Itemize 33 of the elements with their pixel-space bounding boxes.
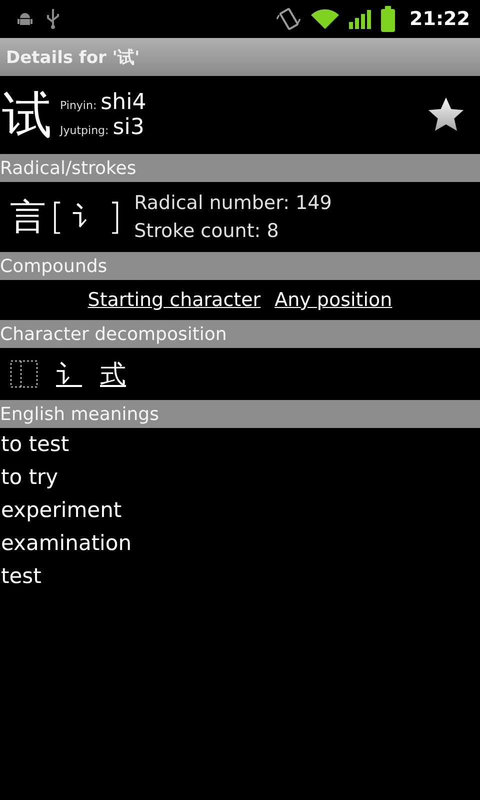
section-title: Radical/strokes [0, 158, 136, 178]
android-icon [16, 10, 34, 28]
meaning-text: experiment [1, 497, 123, 524]
bracket-glyph: ] [108, 196, 122, 238]
section-title: English meanings [0, 404, 159, 424]
radical-number: Radical number: 149 [134, 190, 332, 216]
window-title: Details for '试' [6, 46, 140, 68]
battery-icon [380, 6, 396, 32]
vibrate-icon [276, 7, 302, 31]
character-glyph: 试 [2, 90, 52, 140]
pinyin-label: Pinyin: [60, 99, 97, 112]
stroke-count: Stroke count: 8 [134, 219, 280, 244]
jyutping-label: Jyutping: [60, 124, 109, 137]
signal-icon [348, 8, 372, 30]
layout-icon [10, 360, 38, 388]
component-link[interactable]: 式 [100, 356, 126, 392]
meaning-text: test [1, 563, 42, 590]
pinyin-value: shi4 [100, 90, 146, 115]
jyutping-value: si3 [112, 115, 144, 140]
meaning-text: examination [1, 530, 133, 557]
compound-link[interactable]: Starting character [88, 289, 261, 311]
radical-variant-glyph: 讠 [71, 199, 102, 235]
compound-link[interactable]: Any position [274, 289, 392, 311]
section-title: Character decomposition [0, 324, 227, 344]
meaning-text: to try [1, 464, 60, 491]
bracket-glyph: [ [50, 196, 64, 238]
wifi-icon [310, 8, 340, 30]
usb-icon [46, 8, 60, 30]
radical-glyph: 言 [10, 196, 46, 240]
meaning-text: to test [1, 431, 70, 458]
component-link[interactable]: 讠 [56, 356, 82, 392]
clock-time: 21:22 [410, 8, 470, 30]
section-title: Compounds [0, 256, 108, 276]
